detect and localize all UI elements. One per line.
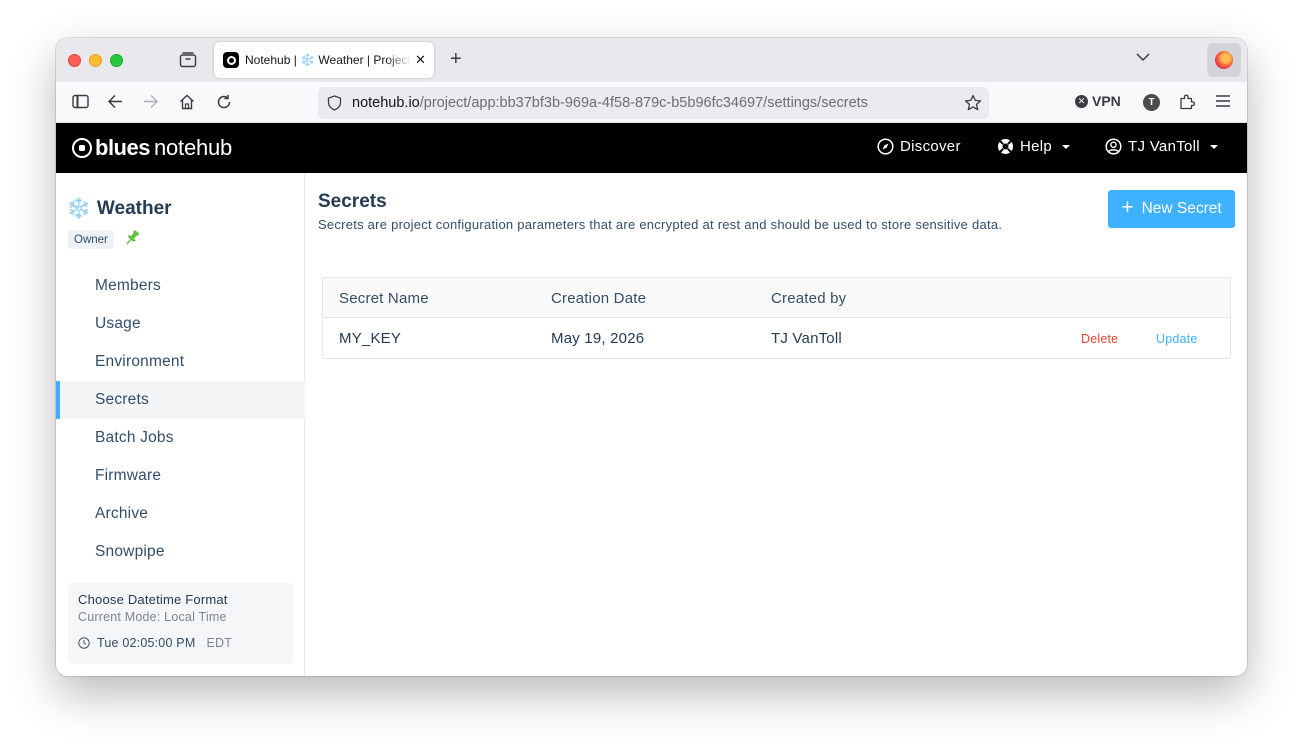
firefox-account-button[interactable] (1207, 43, 1241, 77)
secret-name-cell: MY_KEY (339, 330, 402, 347)
user-circle-icon (1105, 138, 1122, 155)
url-path: /project/app:bb37bf3b-969a-4f58-879c-b5b… (419, 95, 868, 111)
menu-icon[interactable] (1216, 95, 1230, 107)
table-header: Secret Name Creation Date Created by (323, 278, 1230, 318)
vpn-label: VPN (1092, 93, 1121, 109)
user-label: TJ VanToll (1128, 138, 1200, 155)
brand-bold: blues (95, 135, 150, 160)
sidebar-item-snowpipe[interactable]: Snowpipe (56, 533, 305, 571)
project-name: Weather (96, 197, 172, 219)
datetime-title: Choose Datetime Format (78, 592, 228, 607)
page-title: Secrets (318, 191, 387, 212)
created-by-cell: TJ VanToll (771, 330, 842, 347)
browser-tab[interactable]: Notehub | ❄️ Weather | Project Settings … (214, 42, 434, 78)
url-bar[interactable]: notehub.io/project/app:bb37bf3b-969a-4f5… (318, 87, 989, 119)
page-description: Secrets are project configuration parame… (318, 217, 1003, 232)
pin-icon[interactable] (122, 228, 142, 248)
close-tab-icon[interactable]: ✕ (415, 52, 426, 68)
tab-strip: Notehub | ❄️ Weather | Project Settings … (56, 38, 1247, 82)
shield-icon[interactable] (327, 95, 342, 111)
tab-title: Notehub | ❄️ Weather | Project Settings (245, 53, 411, 67)
discover-label: Discover (900, 138, 961, 155)
reload-icon[interactable] (216, 94, 232, 110)
notehub-favicon-icon (223, 52, 239, 68)
sidebar-item-usage[interactable]: Usage (56, 305, 305, 343)
firefox-icon (1215, 51, 1233, 69)
zoom-window-button[interactable] (110, 53, 123, 67)
sidebar-item-firmware[interactable]: Firmware (56, 457, 305, 495)
vpn-off-icon: ✕ (1075, 94, 1088, 108)
secrets-table: Secret Name Creation Date Created by MY_… (322, 277, 1231, 359)
caret-down-icon (1209, 144, 1218, 149)
compass-icon (877, 138, 894, 155)
back-arrow-icon[interactable] (107, 94, 123, 109)
sidebar-toggle-icon[interactable] (72, 94, 89, 109)
datetime-current: Tue 02:05:00 PM EDT (78, 636, 283, 650)
url-host: notehub.io (352, 95, 420, 111)
minimize-window-button[interactable] (89, 53, 102, 67)
datetime-format-selector[interactable]: Choose Datetime Format Current Mode: Loc… (68, 583, 293, 664)
sidebar-item-members[interactable]: Members (56, 267, 305, 305)
user-menu[interactable]: TJ VanToll (1105, 138, 1218, 155)
snowflake-icon: ❄️ (66, 198, 91, 220)
sidebar-item-archive[interactable]: Archive (56, 495, 305, 533)
clock-icon (78, 637, 90, 649)
blues-logo-icon (72, 138, 92, 158)
datetime-mode: Current Mode: Local Time (78, 610, 227, 624)
home-icon[interactable] (179, 94, 195, 110)
sidebar-item-environment[interactable]: Environment (56, 343, 305, 381)
window-controls (68, 53, 123, 67)
delete-secret-link[interactable]: Delete (1081, 332, 1118, 346)
caret-down-icon (1062, 144, 1071, 149)
brand-light: notehub (153, 135, 233, 160)
creation-date-cell: May 19, 2026 (551, 330, 645, 347)
main-content: Secrets Secrets are project configuratio… (306, 173, 1247, 676)
discover-link[interactable]: Discover (877, 138, 961, 155)
forward-arrow-icon[interactable] (143, 94, 159, 109)
extensions-puzzle-icon[interactable] (1179, 93, 1195, 110)
new-secret-label: New Secret (1141, 200, 1222, 217)
sidebar-item-batch-jobs[interactable]: Batch Jobs (56, 419, 305, 457)
column-header-secret-name: Secret Name (339, 290, 429, 307)
project-settings-nav: Members Usage Environment Secrets Batch … (56, 267, 305, 571)
navigation-toolbar: notehub.io/project/app:bb37bf3b-969a-4f5… (56, 82, 1247, 123)
close-window-button[interactable] (68, 53, 81, 67)
new-secret-button[interactable]: + New Secret (1108, 190, 1235, 228)
update-secret-link[interactable]: Update (1156, 332, 1198, 346)
plus-icon: + (1121, 196, 1134, 219)
role-badge: Owner (68, 230, 114, 249)
url-text: notehub.io/project/app:bb37bf3b-969a-4f5… (352, 95, 868, 111)
column-header-creation-date: Creation Date (551, 290, 647, 307)
chevron-down-icon[interactable] (1136, 52, 1150, 62)
table-row: MY_KEY May 19, 2026 TJ VanToll Delete Up… (323, 318, 1230, 358)
project-title: ❄️ Weather (66, 196, 172, 221)
timezone: EDT (206, 636, 233, 650)
tab-overview-icon[interactable] (179, 52, 197, 68)
blues-notehub-logo[interactable]: blues notehub (72, 135, 232, 161)
sidebar-item-secrets[interactable]: Secrets (56, 381, 305, 419)
help-label: Help (1020, 138, 1053, 155)
app-header: blues notehub Discover Help TJ VanToll (56, 123, 1247, 173)
bookmark-star-icon[interactable] (964, 94, 982, 112)
help-menu[interactable]: Help (997, 138, 1071, 155)
project-sidebar: ❄️ Weather Owner Members Usage Environme… (56, 173, 305, 676)
new-tab-icon[interactable]: + (450, 48, 462, 71)
browser-window: Notehub | ❄️ Weather | Project Settings … (56, 38, 1247, 676)
lifebuoy-icon (998, 139, 1013, 154)
vpn-button[interactable]: ✕ VPN (1075, 93, 1121, 109)
column-header-created-by: Created by (771, 290, 847, 307)
account-avatar[interactable]: T (1143, 94, 1160, 111)
current-time: Tue 02:05:00 PM (97, 636, 196, 650)
